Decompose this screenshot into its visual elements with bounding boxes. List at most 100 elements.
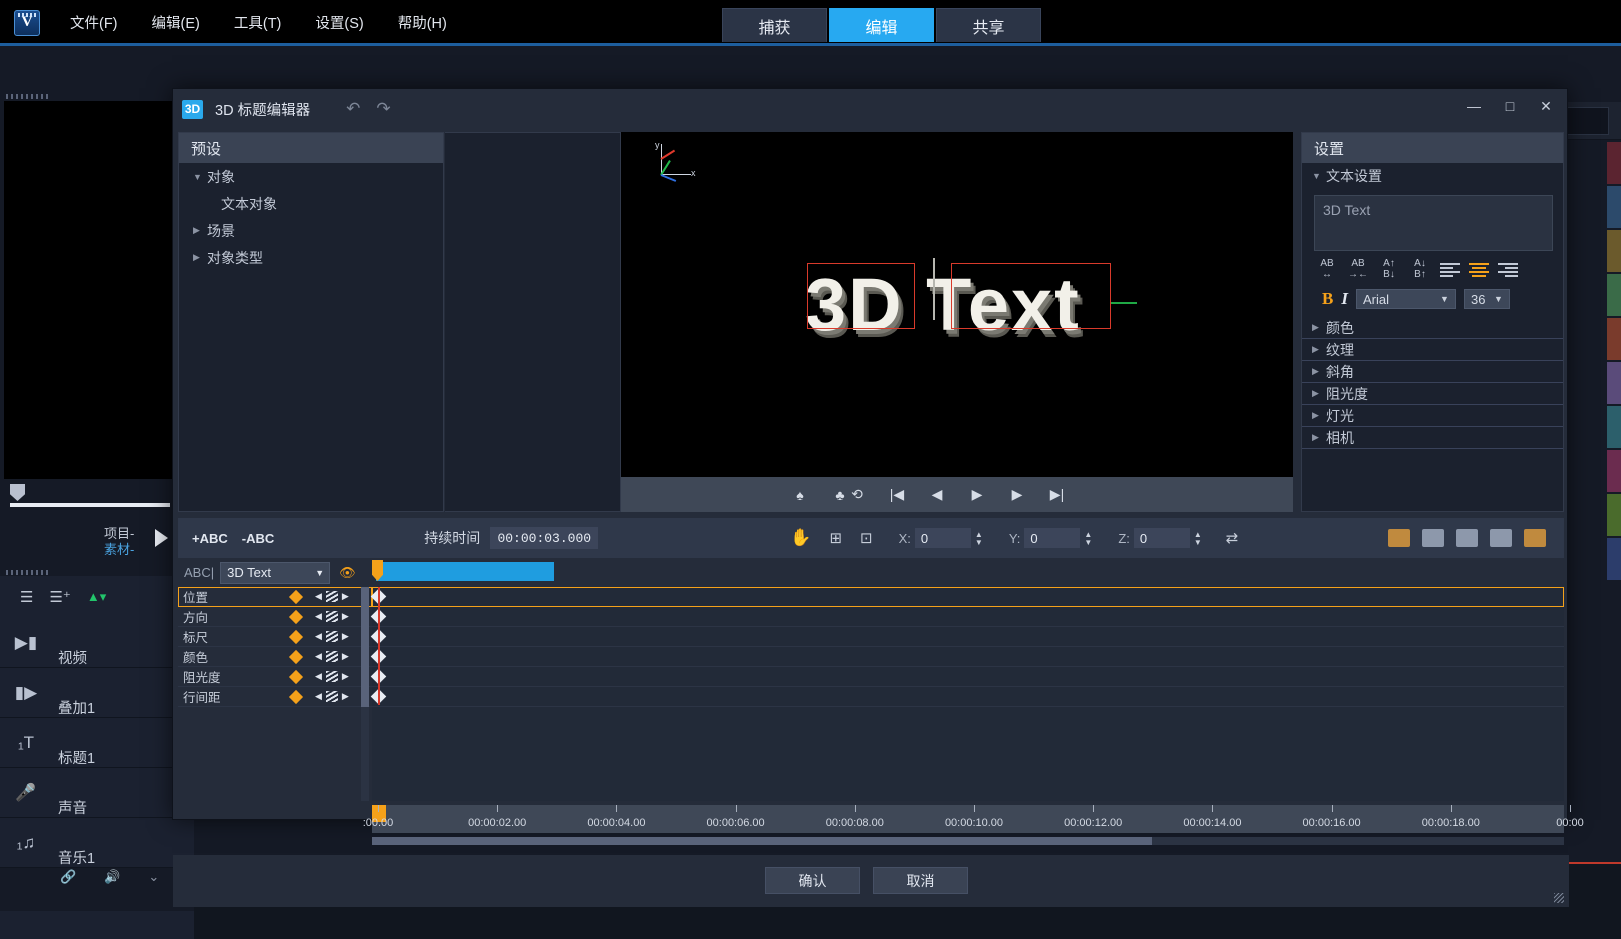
section-opacity[interactable]: ▶ 阻光度: [1302, 383, 1563, 405]
library-thumb[interactable]: [1607, 538, 1621, 580]
prev-keyframe-icon[interactable]: ◀: [315, 671, 322, 682]
next-frame-icon[interactable]: ▶: [1008, 486, 1026, 504]
undo-icon[interactable]: ↶: [346, 99, 360, 119]
hand-icon[interactable]: ✋: [790, 528, 811, 548]
track-manager-icon[interactable]: ☰: [20, 588, 33, 606]
link-icon[interactable]: 🔗: [60, 869, 76, 885]
track-row-title[interactable]: ₁T 标题1 🔗: [0, 718, 194, 768]
resize-grip[interactable]: [1554, 893, 1564, 903]
keyframe-track-direction[interactable]: [372, 607, 1564, 627]
filmstrip-icon[interactable]: [1422, 529, 1444, 547]
next-keyframe-icon[interactable]: ▶: [342, 631, 349, 642]
menu-item-tools[interactable]: 工具(T): [222, 8, 294, 37]
z-input[interactable]: 0: [1134, 528, 1190, 548]
move-icon[interactable]: ⊞: [829, 529, 842, 547]
confirm-button[interactable]: 确认: [765, 867, 860, 894]
keyframe-diamond-icon[interactable]: [289, 649, 303, 663]
rotate-icon[interactable]: ⊡: [860, 529, 873, 547]
cancel-button[interactable]: 取消: [873, 867, 968, 894]
section-bevel[interactable]: ▶ 斜角: [1302, 361, 1563, 383]
font-size-select[interactable]: 36 ▼: [1464, 289, 1510, 309]
tree-item-text-object[interactable]: 文本对象: [179, 190, 443, 217]
next-keyframe-icon[interactable]: ▶: [342, 691, 349, 702]
section-text-settings[interactable]: ▼ 文本设置: [1302, 163, 1563, 189]
property-row-line-spacing[interactable]: 行间距 ◀▶: [178, 687, 372, 707]
keyframe-track-line-spacing[interactable]: [372, 687, 1564, 707]
scrubber-track[interactable]: [10, 503, 170, 507]
keyframe-track-opacity[interactable]: [372, 667, 1564, 687]
italic-button[interactable]: I: [1341, 289, 1348, 309]
section-camera[interactable]: ▶ 相机: [1302, 427, 1563, 449]
library-thumb[interactable]: [1607, 230, 1621, 272]
folder2-icon[interactable]: [1524, 529, 1546, 547]
time-ruler[interactable]: :00.0000:00:02.0000:00:04.0000:00:06.000…: [372, 805, 1564, 833]
tab-edit[interactable]: 编辑: [829, 8, 934, 42]
panel-grip-left[interactable]: [6, 94, 48, 99]
filmstrip2-icon[interactable]: [1456, 529, 1478, 547]
library-thumb[interactable]: [1607, 318, 1621, 360]
preset-thumbnail-grid[interactable]: [445, 132, 621, 512]
eye-icon[interactable]: 👁: [339, 565, 356, 581]
text-content-input[interactable]: 3D Text: [1314, 195, 1553, 251]
next-keyframe-icon[interactable]: ▶: [342, 591, 349, 602]
preview-viewport[interactable]: y x 3D Text: [621, 132, 1293, 477]
loop-icon[interactable]: ⟲: [848, 486, 866, 504]
track-row-overlay[interactable]: ▮▶ 叠加1 🔗 🔊: [0, 668, 194, 718]
menu-item-help[interactable]: 帮助(H): [386, 8, 459, 37]
playhead[interactable]: [378, 587, 380, 705]
tree-item-scene[interactable]: ▶ 场景: [179, 217, 443, 244]
x-input[interactable]: 0: [915, 528, 971, 548]
property-row-color[interactable]: 颜色 ◀▶: [178, 647, 372, 667]
track-row-music[interactable]: ₁♫ 音乐1 🔗 🔊 ⌄: [0, 818, 194, 868]
tab-share[interactable]: 共享: [936, 8, 1041, 42]
keyframe-diamond-icon[interactable]: [289, 609, 303, 623]
keyframe-stack-icon[interactable]: [326, 591, 338, 602]
scrubber-handle[interactable]: [10, 484, 25, 501]
keyframe-stack-icon[interactable]: [326, 651, 338, 662]
folder-icon[interactable]: [1388, 529, 1410, 547]
keyframe-stack-icon[interactable]: [326, 691, 338, 702]
line-height-decrease-icon[interactable]: A↓B↑: [1409, 259, 1431, 281]
add-track-icon[interactable]: ☰⁺: [49, 588, 70, 606]
keyframe-diamond-icon[interactable]: [289, 669, 303, 683]
keyframe-track-color[interactable]: [372, 647, 1564, 667]
library-thumb[interactable]: [1607, 362, 1621, 404]
next-keyframe-icon[interactable]: ▶: [342, 671, 349, 682]
close-button[interactable]: ✕: [1535, 95, 1557, 117]
keyframe-diamond-icon[interactable]: [289, 629, 303, 643]
property-row-scale[interactable]: 标尺 ◀▶: [178, 627, 372, 647]
letter-spacing-increase-icon[interactable]: AB↔: [1316, 259, 1338, 281]
library-thumb[interactable]: [1607, 274, 1621, 316]
project-sublabel[interactable]: 素材-: [104, 539, 134, 558]
prev-keyframe-icon[interactable]: ◀: [315, 591, 322, 602]
filmstrip3-icon[interactable]: [1490, 529, 1512, 547]
property-row-opacity[interactable]: 阻光度 ◀▶: [178, 667, 372, 687]
align-center-icon[interactable]: [1469, 263, 1489, 277]
keyframe-stack-icon[interactable]: [326, 611, 338, 622]
chevron-icon[interactable]: ⌄: [148, 869, 159, 885]
y-input[interactable]: 0: [1024, 528, 1080, 548]
start-icon[interactable]: |◀: [888, 486, 906, 504]
object-name-select[interactable]: 3D Text ▼: [220, 562, 330, 584]
menu-item-settings[interactable]: 设置(S): [303, 8, 375, 37]
align-left-icon[interactable]: [1440, 263, 1460, 277]
volume-icon[interactable]: 🔊: [104, 869, 120, 885]
maximize-button[interactable]: □: [1499, 95, 1521, 117]
property-row-direction[interactable]: 方向 ◀▶: [178, 607, 372, 627]
keyframe-stack-icon[interactable]: [326, 631, 338, 642]
clip-bar-row[interactable]: [372, 558, 1564, 587]
library-thumbnail-strip[interactable]: [1607, 142, 1621, 572]
section-texture[interactable]: ▶ 纹理: [1302, 339, 1563, 361]
minimize-button[interactable]: —: [1463, 95, 1485, 117]
menu-item-file[interactable]: 文件(F): [58, 8, 130, 37]
library-thumb[interactable]: [1607, 494, 1621, 536]
prev-keyframe-icon[interactable]: ◀: [315, 611, 322, 622]
library-thumb[interactable]: [1607, 142, 1621, 184]
add-text-button[interactable]: +ABC: [192, 531, 228, 546]
library-thumb[interactable]: [1607, 406, 1621, 448]
letter-spacing-decrease-icon[interactable]: AB→←: [1347, 259, 1369, 281]
library-thumb[interactable]: [1607, 450, 1621, 492]
property-row-position[interactable]: 位置 ◀▶: [178, 587, 372, 607]
clip-bar[interactable]: [376, 562, 554, 581]
preview-scrubber[interactable]: [4, 482, 168, 508]
